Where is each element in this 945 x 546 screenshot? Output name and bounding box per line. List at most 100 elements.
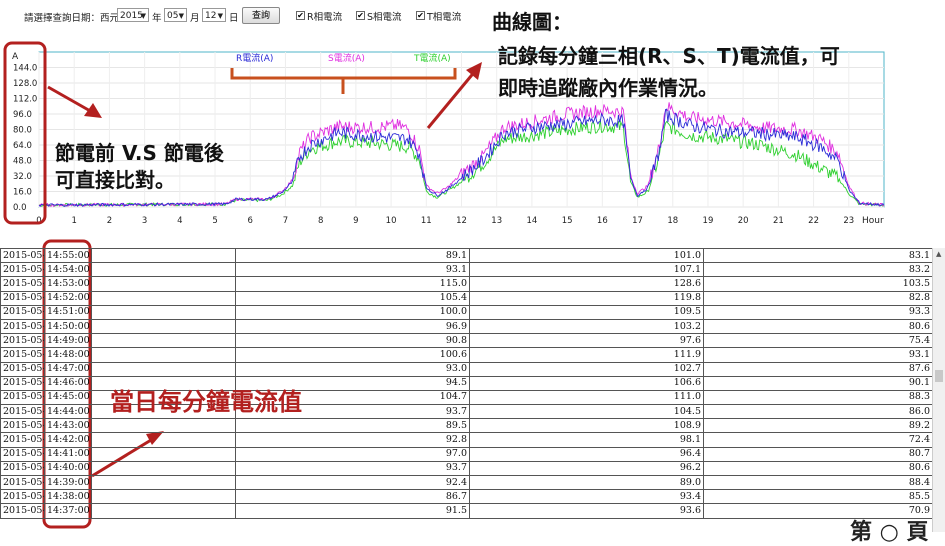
table-cell-date: 2015-05-12: [0, 446, 45, 462]
table-cell-time: 14:38:00: [44, 489, 92, 505]
table-row: 2015-05-1214:47:00 93.0102.787.6: [0, 361, 933, 377]
table-cell-empty: [91, 333, 236, 349]
table-scrollbar[interactable]: ▲: [932, 248, 945, 532]
table-cell-time: 14:45:00: [44, 389, 92, 406]
table-cell-date: 2015-05-12: [0, 333, 45, 349]
table-cell-empty: [91, 474, 236, 491]
table-cell-time: 14:39:00: [44, 474, 92, 491]
table-row: 2015-05-1214:51:00 100.0109.593.3: [0, 304, 933, 320]
table-cell-empty: [91, 503, 236, 519]
table-cell-s-current: 96.2: [469, 460, 704, 477]
table-cell-date: 2015-05-12: [0, 262, 45, 278]
table-cell-date: 2015-05-12: [0, 432, 45, 448]
table-cell-t-current: 103.5: [703, 276, 933, 292]
table-cell-time: 14:51:00: [44, 304, 92, 320]
compare-caption-line2: 可直接比對。: [55, 168, 175, 192]
y-axis-highlight-box: [3, 41, 47, 225]
table-cell-r-current: 93.7: [235, 460, 470, 477]
table-cell-s-current: 98.1: [469, 432, 704, 448]
table-cell-date: 2015-05-12: [0, 489, 45, 505]
table-cell-time: 14:40:00: [44, 460, 92, 477]
table-cell-s-current: 103.2: [469, 318, 704, 335]
table-cell-t-current: 89.2: [703, 418, 933, 434]
table-cell-t-current: 93.3: [703, 304, 933, 320]
table-cell-r-current: 91.5: [235, 503, 470, 519]
scroll-up-icon[interactable]: ▲: [936, 250, 941, 258]
table-cell-empty: [91, 262, 236, 278]
table-row: 2015-05-1214:43:00 89.5108.989.2: [0, 418, 933, 434]
table-cell-time: 14:50:00: [44, 318, 92, 335]
table-row: 2015-05-1214:48:00 100.6111.993.1: [0, 347, 933, 363]
table-cell-date: 2015-05-12: [0, 389, 45, 406]
table-cell-s-current: 89.0: [469, 474, 704, 491]
table-row: 2015-05-1214:41:00 97.096.480.7: [0, 446, 933, 462]
table-cell-t-current: 90.1: [703, 375, 933, 391]
table-cell-t-current: 87.6: [703, 361, 933, 377]
table-cell-empty: [91, 247, 236, 264]
table-cell-s-current: 96.4: [469, 446, 704, 462]
table-row: 2015-05-1214:37:0091.593.670.9: [0, 503, 933, 519]
table-cell-t-current: 83.1: [703, 247, 933, 264]
legend-bracket: [230, 68, 457, 94]
table-cell-date: 2015-05-12: [0, 276, 45, 292]
table-cell-t-current: 93.1: [703, 347, 933, 363]
table-row: 2015-05-1214:50:00 96.9103.280.6: [0, 318, 933, 335]
table-cell-date: 2015-05-12: [0, 375, 45, 391]
table-cell-time: 14:48:00: [44, 347, 92, 363]
table-cell-date: 2015-05-12: [0, 347, 45, 363]
table-cell-date: 2015-05-12: [0, 247, 45, 264]
table-cell-t-current: 75.4: [703, 333, 933, 349]
table-cell-empty: [91, 347, 236, 363]
table-cell-empty: [91, 418, 236, 434]
table-cell-s-current: 101.0: [469, 247, 704, 264]
table-cell-t-current: 86.0: [703, 404, 933, 420]
table-cell-s-current: 128.6: [469, 276, 704, 292]
table-row: 2015-05-1214:39:00 92.489.088.4: [0, 474, 933, 491]
table-cell-s-current: 97.6: [469, 333, 704, 349]
table-cell-date: 2015-05-12: [0, 474, 45, 491]
table-cell-t-current: 85.5: [703, 489, 933, 505]
table-cell-s-current: 119.8: [469, 290, 704, 306]
table-cell-date: 2015-05-12: [0, 290, 45, 306]
table-cell-empty: [91, 276, 236, 292]
table-cell-r-current: 100.0: [235, 304, 470, 320]
curve-title: 曲線圖：: [492, 10, 572, 34]
table-cell-time: 14:44:00: [44, 404, 92, 420]
table-cell-time: 14:47:00: [44, 361, 92, 377]
table-cell-date: 2015-05-12: [0, 418, 45, 434]
table-cell-s-current: 107.1: [469, 262, 704, 278]
table-cell-time: 14:37:00: [44, 503, 92, 519]
table-cell-r-current: 89.1: [235, 247, 470, 264]
table-cell-empty: [91, 304, 236, 320]
table-cell-r-current: 105.4: [235, 290, 470, 306]
table-cell-s-current: 102.7: [469, 361, 704, 377]
scrollbar-thumb[interactable]: [935, 370, 943, 382]
table-cell-empty: [91, 489, 236, 505]
table-cell-r-current: 97.0: [235, 446, 470, 462]
table-row: 2015-05-1214:42:00 92.898.172.4: [0, 432, 933, 448]
table-cell-date: 2015-05-12: [0, 318, 45, 335]
table-cell-time: 14:53:00: [44, 276, 92, 292]
table-cell-r-current: 90.8: [235, 333, 470, 349]
table-cell-t-current: 88.4: [703, 474, 933, 491]
table-cell-time: 14:46:00: [44, 375, 92, 391]
curve-description-line1: 記錄每分鐘三相(R、S、T)電流值，可: [498, 44, 840, 68]
table-cell-time: 14:54:00: [44, 262, 92, 278]
table-cell-empty: [91, 361, 236, 377]
table-row: 2015-05-1214:53:00 115.0128.6103.5: [0, 276, 933, 292]
table-row: 2015-05-1214:49:00 90.897.675.4: [0, 333, 933, 349]
table-cell-t-current: 88.3: [703, 389, 933, 406]
table-row: 2015-05-1214:55:00 89.1101.083.1: [0, 247, 933, 264]
table-cell-time: 14:49:00: [44, 333, 92, 349]
table-cell-time: 14:55:00: [44, 247, 92, 264]
table-cell-time: 14:52:00: [44, 290, 92, 306]
table-cell-empty: [91, 318, 236, 335]
table-cell-r-current: 86.7: [235, 489, 470, 505]
table-cell-s-current: 109.5: [469, 304, 704, 320]
daily-values-caption: 當日每分鐘電流值: [110, 388, 302, 416]
table-cell-r-current: 115.0: [235, 276, 470, 292]
page-footer: 第 ○ 頁: [850, 520, 929, 545]
table-row: 2015-05-1214:38:00 86.793.485.5: [0, 489, 933, 505]
table-cell-t-current: 80.7: [703, 446, 933, 462]
table-cell-s-current: 108.9: [469, 418, 704, 434]
